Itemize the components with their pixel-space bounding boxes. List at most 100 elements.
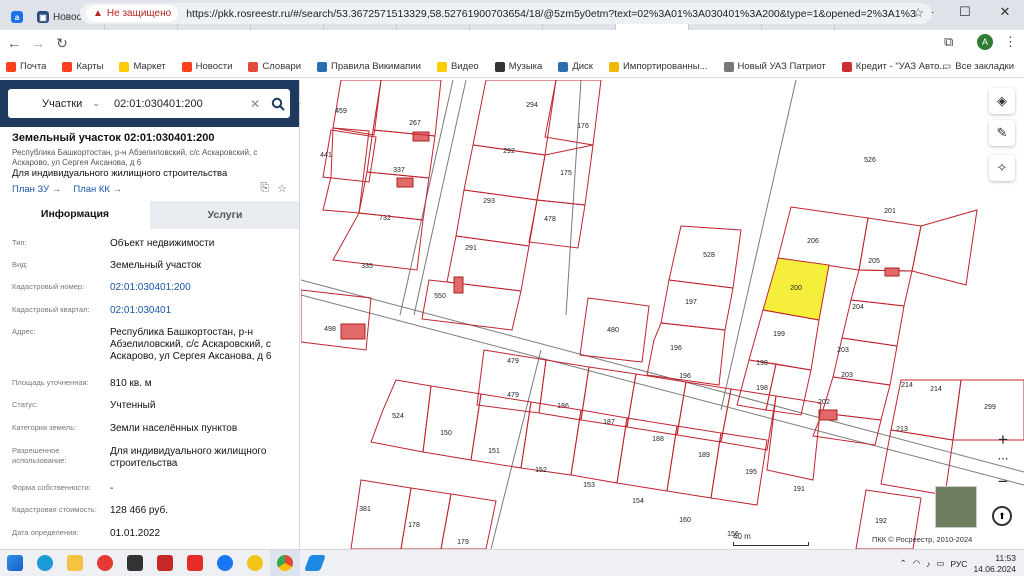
chrome-taskbar-icon[interactable] (270, 549, 300, 576)
bookmark-star-icon[interactable]: ☆ (912, 5, 924, 21)
parcel-number-label: 175 (560, 170, 572, 177)
parcel-outline[interactable] (301, 289, 372, 351)
bookmark-item[interactable]: Почта (6, 61, 46, 72)
clear-icon[interactable]: ✕ (250, 97, 266, 111)
parcel-outline[interactable] (660, 279, 734, 331)
bookmark-item[interactable]: Музыка (494, 61, 543, 72)
pen-taskbar-icon[interactable] (300, 550, 330, 576)
parcel-number-label: 335 (361, 263, 373, 270)
parcel-outline[interactable] (372, 80, 442, 137)
export-icon[interactable]: ⎘ (260, 182, 269, 195)
more-icon[interactable]: ⋯ (991, 452, 1015, 465)
cadastral-map[interactable]: 459 441 267 337 732 335 294 292 293 291 550 176 175 4… (301, 80, 1024, 549)
ruler-icon[interactable]: ✎ (989, 120, 1015, 146)
url-text[interactable]: https://pkk.rosreestr.ru/#/search/53.367… (186, 8, 916, 20)
bookmark-item[interactable]: Карты (62, 61, 103, 72)
bookmark-item[interactable]: Новый УАЗ Патриот (723, 61, 826, 72)
bookmark-item[interactable]: Видео (436, 61, 479, 72)
bookmark-item[interactable]: Кредит - "УАЗ Авто... (841, 61, 947, 72)
satellite-toggle[interactable] (935, 486, 977, 528)
info-panel: Участки ⌄ 02:01:030401:200 ✕ Земельный у… (0, 80, 300, 549)
explorer-taskbar-icon[interactable] (60, 550, 90, 576)
bookmark-item[interactable]: Правила Викимапии (317, 61, 421, 72)
parcel-number-label: 160 (679, 517, 691, 524)
parcel-outline[interactable] (332, 212, 424, 271)
parcel-outline[interactable] (528, 199, 586, 249)
parcel-outline[interactable] (350, 479, 412, 549)
chevron-up-icon[interactable]: ⌃ (900, 558, 907, 569)
yandex-taskbar-icon[interactable] (90, 550, 120, 576)
speaker-icon[interactable]: ♪ (926, 559, 930, 569)
parcel-outline[interactable] (710, 432, 768, 506)
bookmark-item[interactable]: Новости (181, 61, 232, 72)
extensions-icon[interactable]: ⧉ (944, 34, 953, 50)
bookmark-item[interactable]: Маркет (119, 61, 166, 72)
profile-avatar[interactable]: A (977, 34, 993, 50)
info-row-key: Площадь уточненная: (12, 378, 89, 387)
maximize-button[interactable]: ☐ (950, 4, 980, 20)
youtube-taskbar-icon[interactable] (180, 550, 210, 576)
layers-icon[interactable]: ◈ (989, 88, 1015, 114)
compass-icon[interactable]: ⬆ (992, 506, 1012, 526)
all-bookmarks[interactable]: ▭ Все закладки (942, 61, 1014, 72)
security-chip[interactable]: ▲ Не защищено (86, 5, 179, 22)
facebook-taskbar-icon[interactable] (210, 550, 240, 576)
bookmark-item[interactable]: Импортированны... (608, 61, 708, 72)
parcel-number-label: 292 (503, 148, 515, 155)
app-taskbar-icon[interactable] (150, 550, 180, 576)
parcel-outline[interactable] (400, 487, 452, 549)
info-row-value: Республика Башкортостан, р-н Абзелиловск… (110, 327, 272, 362)
plan-zu-link[interactable]: План ЗУ → (12, 184, 61, 195)
parcel-number-label: 178 (408, 522, 420, 529)
youtube-icon (187, 555, 203, 571)
parcel-number-label: 441 (320, 152, 332, 159)
clock[interactable]: 11:53 14.06.2024 (973, 553, 1016, 575)
bookmark-item[interactable]: Диск (558, 61, 593, 72)
tab-information[interactable]: Информация (0, 201, 150, 229)
close-window-button[interactable]: ✕ (990, 4, 1020, 20)
parcel-outline[interactable] (322, 127, 370, 214)
parcel-outline[interactable] (472, 80, 557, 156)
battery-icon[interactable]: ▭ (936, 558, 944, 569)
parcel-outline[interactable] (421, 279, 522, 331)
tab-services[interactable]: Услуги (150, 201, 299, 229)
language-indicator[interactable]: РУС (950, 559, 967, 569)
plan-kk-link[interactable]: План КК → (73, 184, 122, 195)
parcel-outline[interactable] (720, 388, 777, 451)
parcel-number-label: 187 (603, 419, 615, 426)
parcel-outline[interactable] (616, 417, 678, 492)
parcel-number-label: 478 (544, 216, 556, 223)
parcel-outline[interactable] (544, 80, 602, 146)
parcel-outline[interactable] (520, 401, 582, 476)
menu-icon[interactable]: ⋮ (1004, 34, 1017, 50)
back-icon[interactable]: ← (2, 35, 26, 51)
start-button[interactable] (0, 550, 30, 576)
forward-icon[interactable]: → (26, 35, 50, 51)
wifi-icon[interactable]: ◠ (913, 558, 920, 569)
games-taskbar-icon[interactable] (240, 550, 270, 576)
parcel-outline[interactable] (911, 209, 978, 286)
edge-taskbar-icon[interactable] (30, 550, 60, 576)
reload-icon[interactable]: ↻ (50, 35, 74, 52)
info-row-value[interactable]: 02:01:030401 (110, 305, 295, 317)
parcel-outline[interactable] (765, 363, 812, 416)
omnibox[interactable]: ▲ Не защищено https://pkk.rosreestr.ru/#… (80, 3, 932, 24)
search-icon[interactable] (266, 89, 290, 118)
edge-icon (37, 555, 53, 571)
parcel-map-canvas[interactable]: 4594412673377323352942922932915501761754… (301, 80, 1024, 549)
bookmark-label: Музыка (508, 61, 543, 72)
search-type-select[interactable]: Участки ⌄ (8, 98, 104, 110)
browser-tab[interactable]: a (6, 4, 32, 30)
favorite-star-icon[interactable]: ☆ (277, 182, 287, 195)
store-taskbar-icon[interactable] (120, 550, 150, 576)
info-row-value[interactable]: 02:01:030401:200 (110, 282, 295, 294)
search-input[interactable]: 02:01:030401:200 (104, 98, 250, 110)
search-box[interactable]: Участки ⌄ 02:01:030401:200 ✕ (8, 89, 290, 118)
zoom-in-button[interactable]: + (991, 430, 1015, 450)
bookmark-item[interactable]: Словари (248, 61, 301, 72)
locate-icon[interactable]: ✧ (989, 155, 1015, 181)
parcel-outline[interactable] (766, 395, 822, 481)
info-row-key: Кадастровый квартал: (12, 305, 90, 314)
parcel-number-label: 214 (930, 386, 942, 393)
zoom-out-button[interactable]: − (991, 472, 1015, 492)
